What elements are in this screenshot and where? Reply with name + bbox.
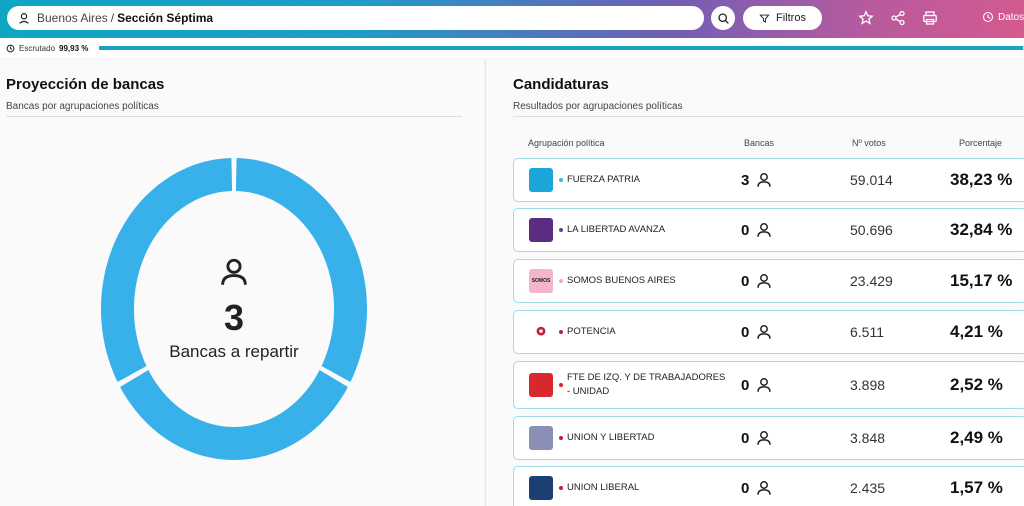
party-name: FTE DE IZQ. Y DE TRABAJADORES - UNIDAD (567, 372, 726, 397)
table-row[interactable]: FTE DE IZQ. Y DE TRABAJADORES - UNIDAD 0… (513, 361, 1024, 409)
col-seats: Bancas (744, 138, 775, 148)
panel-divider (6, 116, 462, 117)
seats-count: 0 (741, 376, 750, 394)
votes-count: 2.435 (850, 480, 886, 496)
location-search[interactable]: Buenos Aires / Sección Séptima (7, 6, 704, 30)
person-icon (757, 173, 772, 187)
table-row[interactable]: UNION LIBERAL 0 2.435 1,57 % (513, 466, 1024, 506)
datos-button[interactable]: Datos (982, 11, 1024, 23)
party-color-dot (559, 486, 563, 490)
panel-divider (513, 116, 1024, 117)
potencia-logo-icon (536, 326, 546, 336)
party-logo (529, 373, 553, 397)
filters-label: Filtros (776, 12, 806, 24)
party-name: UNION LIBERAL (567, 482, 640, 493)
seats-count: 0 (741, 272, 750, 290)
print-icon[interactable] (922, 10, 938, 26)
section-label: Sección Séptima (117, 11, 214, 25)
table-row[interactable]: SOMOS SOMOS BUENOS AIRES 0 23.429 15,17 … (513, 259, 1024, 303)
seats-count: 0 (741, 221, 750, 239)
party-logo (529, 218, 553, 242)
candidates-panel: Candidaturas Resultados por agrupaciones… (485, 60, 1024, 506)
history-icon (982, 11, 994, 23)
scrutiny-label: Escrutado 99,93 % (6, 44, 88, 53)
seats-count: 0 (741, 429, 750, 447)
table-row[interactable]: UNION Y LIBERTAD 0 3.848 2,49 % (513, 416, 1024, 460)
votes-count: 23.429 (850, 273, 893, 289)
party-logo (529, 168, 553, 192)
seats-count: 3 (741, 171, 750, 189)
person-icon (757, 481, 772, 495)
col-party: Agrupación política (528, 138, 605, 148)
party-color-dot (559, 178, 563, 182)
person-icon (221, 258, 247, 285)
scrutiny-text: Escrutado (19, 43, 56, 53)
scrutiny-progress: Escrutado 99,93 % (0, 38, 1024, 58)
table-row[interactable]: FUERZA PATRIA 3 59.014 38,23 % (513, 158, 1024, 202)
person-icon (757, 325, 772, 339)
vote-percent: 2,49 % (950, 428, 1003, 447)
progress-fill (99, 46, 1024, 50)
breadcrumb-separator: / (110, 11, 115, 25)
seats-count: 0 (741, 323, 750, 341)
top-header: Buenos Aires / Sección Séptima Filtros D… (0, 0, 1024, 38)
votes-count: 50.696 (850, 222, 893, 238)
party-name: FUERZA PATRIA (567, 174, 641, 185)
vote-percent: 2,52 % (950, 375, 1003, 394)
person-icon (757, 223, 772, 237)
datos-label: Datos (998, 11, 1024, 23)
search-button[interactable] (711, 6, 735, 30)
seats-projection-panel: Proyección de bancas Bancas por agrupaci… (0, 60, 484, 506)
table-row[interactable]: LA LIBERTAD AVANZA 0 50.696 32,84 % (513, 208, 1024, 252)
party-logo (529, 476, 553, 500)
panel-subtitle: Bancas por agrupaciones políticas (6, 101, 159, 112)
person-icon (757, 431, 772, 445)
party-color-dot (559, 383, 563, 387)
party-name: POTENCIA (567, 326, 616, 337)
party-color-dot (559, 330, 563, 334)
share-icon[interactable] (890, 10, 906, 26)
filters-button[interactable]: Filtros (743, 6, 822, 30)
clock-icon (6, 44, 15, 52)
party-logo (529, 320, 553, 344)
vote-percent: 1,57 % (950, 478, 1003, 497)
vote-percent: 15,17 % (950, 271, 1013, 290)
votes-count: 3.848 (850, 430, 886, 446)
party-name: LA LIBERTAD AVANZA (567, 224, 666, 235)
col-percent: Porcentaje (959, 138, 1003, 148)
party-name: UNION Y LIBERTAD (567, 432, 655, 443)
progress-track (99, 46, 1024, 50)
party-name: SOMOS BUENOS AIRES (567, 275, 676, 286)
donut-segment (120, 370, 348, 460)
vote-percent: 32,84 % (950, 220, 1013, 239)
star-icon[interactable] (858, 10, 874, 26)
votes-count: 6.511 (850, 324, 884, 340)
scrutiny-value: 99,93 % (59, 43, 89, 53)
donut-center: 3 Bancas a repartir (134, 255, 334, 362)
table-row[interactable]: POTENCIA 0 6.511 4,21 % (513, 310, 1024, 354)
party-color-dot (559, 228, 563, 232)
search-icon (717, 12, 729, 24)
col-votes: Nº votos (852, 138, 886, 148)
votes-count: 3.898 (850, 377, 886, 393)
person-icon (757, 378, 772, 392)
party-color-dot (559, 279, 563, 283)
panel-title: Proyección de bancas (6, 76, 165, 93)
party-color-dot (559, 436, 563, 440)
party-logo: SOMOS (529, 269, 553, 293)
vote-percent: 4,21 % (950, 322, 1003, 341)
seats-total: 3 (223, 297, 245, 338)
panel-subtitle: Resultados por agrupaciones políticas (513, 101, 683, 112)
vote-percent: 38,23 % (950, 170, 1013, 189)
seats-count: 0 (741, 479, 750, 497)
location-pin-icon (19, 13, 29, 24)
location-label: Buenos Aires (37, 11, 108, 25)
panel-title: Candidaturas (513, 76, 609, 93)
person-icon (757, 274, 772, 288)
votes-count: 59.014 (850, 172, 893, 188)
seats-label: Bancas a repartir (169, 342, 299, 361)
party-logo (529, 426, 553, 450)
filter-icon (759, 14, 770, 23)
